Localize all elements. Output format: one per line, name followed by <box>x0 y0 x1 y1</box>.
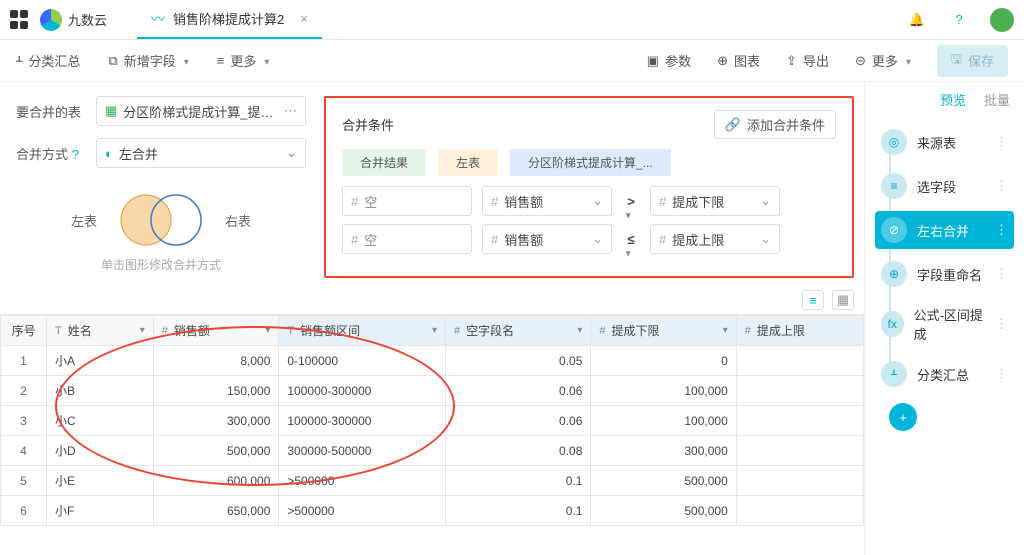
venn-left-icon: ◐ <box>105 146 113 161</box>
merge-method-label: 合并方式 ? <box>16 144 88 163</box>
merge-title: 合并条件 <box>342 115 394 134</box>
step-item[interactable]: fx公式-区间提成⋮ <box>875 299 1014 349</box>
sidebar-tab-batch[interactable]: 批量 <box>984 90 1010 109</box>
center-pane: 要合并的表 ▦ 分区阶梯式提成计算_提… ⋯ 合并方式 ? ◐ 左合并 ⌄ <box>0 82 864 555</box>
step-item[interactable]: ⊕字段重命名⋮ <box>875 255 1014 293</box>
cond1-result-field[interactable]: #空 <box>342 186 472 216</box>
more-dots-icon[interactable]: ⋯ <box>284 103 297 119</box>
analysis-icon: 〰 <box>151 9 165 29</box>
table-row[interactable]: 1 小A8,0000-100000 0.050 <box>1 346 864 376</box>
sidebar-tab-preview[interactable]: 预览 <box>940 90 966 109</box>
cond2-operator[interactable]: ≤▾ <box>622 232 640 247</box>
cond1-operator[interactable]: >▾ <box>622 194 640 209</box>
tool-addfield[interactable]: ⧉新增字段 <box>108 51 188 70</box>
cond2-result-field[interactable]: #空 <box>342 224 472 254</box>
add-step-button[interactable]: + <box>889 403 917 431</box>
tool-more[interactable]: ≡更多 <box>217 51 270 70</box>
main: 要合并的表 ▦ 分区阶梯式提成计算_提… ⋯ 合并方式 ? ◐ 左合并 ⌄ <box>0 82 1024 555</box>
table-row[interactable]: 5 小E600,000>500000 0.1500,000 <box>1 466 864 496</box>
venn-note: 单击图形修改合并方式 <box>101 256 221 273</box>
save-button[interactable]: 🖫保存 <box>937 45 1008 77</box>
cond1-left-field[interactable]: #销售额⌄ <box>482 186 612 216</box>
tab-title: 销售阶梯提成计算2 <box>173 9 284 28</box>
step-item[interactable]: ᚆ分类汇总⋮ <box>875 355 1014 393</box>
tool-more2[interactable]: ⊝更多 <box>855 51 911 70</box>
add-condition-button[interactable]: 🔗添加合并条件 <box>714 110 836 139</box>
view-grid-icon[interactable]: ▦ <box>832 290 854 310</box>
merge-tab-right[interactable]: 分区阶梯式提成计算_... <box>510 149 671 176</box>
col-upper[interactable]: #提成上限 <box>736 316 863 346</box>
venn-diagram[interactable]: 左表 右表 单击图形修改合并方式 <box>16 190 306 273</box>
view-list-icon[interactable]: ≡ <box>802 290 824 310</box>
step-item[interactable]: ≡选字段⋮ <box>875 167 1014 205</box>
tool-export[interactable]: ⇪导出 <box>786 51 829 70</box>
tab-active[interactable]: 〰 销售阶梯提成计算2 × <box>137 0 322 39</box>
bell-icon[interactable]: 🔔 <box>906 9 928 31</box>
toolbar: ᚆ分类汇总 ⧉新增字段 ≡更多 ▣参数 ⊕图表 ⇪导出 ⊝更多 🖫保存 <box>0 40 1024 82</box>
link-icon: 🔗 <box>725 117 741 133</box>
merge-table-label: 要合并的表 <box>16 102 88 121</box>
topbar-right: 🔔 ? <box>906 8 1014 32</box>
step-list: ◎来源表⋮ ≡选字段⋮ ⊘左右合并⋮ ⊕字段重命名⋮ fx公式-区间提成⋮ ᚆ分类汇总⋮ + <box>865 117 1024 437</box>
close-icon[interactable]: × <box>300 11 308 26</box>
col-range[interactable]: T销售额区间▾ <box>279 316 446 346</box>
app-grid-icon[interactable] <box>10 10 30 30</box>
brand-text: 九数云 <box>68 10 107 29</box>
table-row[interactable]: 4 小D500,000300000-500000 0.08300,000 <box>1 436 864 466</box>
tool-group[interactable]: ᚆ分类汇总 <box>16 51 80 70</box>
col-blank[interactable]: #空字段名▾ <box>446 316 591 346</box>
avatar[interactable] <box>990 8 1014 32</box>
merge-table-select[interactable]: ▦ 分区阶梯式提成计算_提… ⋯ <box>96 96 306 126</box>
step-item[interactable]: ⊘左右合并⋮ <box>875 211 1014 249</box>
col-idx: 序号 <box>1 316 47 346</box>
table-row[interactable]: 2 小B150,000100000-300000 0.06100,000 <box>1 376 864 406</box>
cond2-right-field[interactable]: #提成上限⌄ <box>650 224 780 254</box>
topbar: 九数云 〰 销售阶梯提成计算2 × 🔔 ? <box>0 0 1024 40</box>
table-row[interactable]: 6 小F650,000>500000 0.1500,000 <box>1 496 864 526</box>
chevron-down-icon: ⌄ <box>286 145 297 161</box>
merge-method-select[interactable]: ◐ 左合并 ⌄ <box>96 138 306 168</box>
result-table: 序号 T姓名▾ #销售额▾ T销售额区间▾ #空字段名▾ #提成下限▾ #提成上… <box>0 314 864 555</box>
merge-tab-result[interactable]: 合并结果 <box>342 149 426 176</box>
merge-tab-left[interactable]: 左表 <box>438 149 498 176</box>
col-sales[interactable]: #销售额▾ <box>153 316 279 346</box>
logo-icon <box>40 9 62 31</box>
help-icon[interactable]: ? <box>948 9 970 31</box>
cond1-right-field[interactable]: #提成下限⌄ <box>650 186 780 216</box>
config-row: 要合并的表 ▦ 分区阶梯式提成计算_提… ⋯ 合并方式 ? ◐ 左合并 ⌄ <box>0 82 864 278</box>
logo[interactable]: 九数云 <box>40 9 107 31</box>
cond2-left-field[interactable]: #销售额⌄ <box>482 224 612 254</box>
left-config: 要合并的表 ▦ 分区阶梯式提成计算_提… ⋯ 合并方式 ? ◐ 左合并 ⌄ <box>16 96 306 277</box>
venn-icon <box>111 190 211 250</box>
right-sidebar: 预览 批量 ◎来源表⋮ ≡选字段⋮ ⊘左右合并⋮ ⊕字段重命名⋮ fx公式-区间提成⋮ ᚆ… <box>864 82 1024 555</box>
step-item[interactable]: ◎来源表⋮ <box>875 123 1014 161</box>
table-view-controls: ≡ ▦ <box>0 284 864 314</box>
col-name[interactable]: T姓名▾ <box>47 316 154 346</box>
tool-params[interactable]: ▣参数 <box>647 51 691 70</box>
table-row[interactable]: 3 小C300,000100000-300000 0.06100,000 <box>1 406 864 436</box>
table-grid-icon: ▦ <box>105 103 117 119</box>
tool-chart[interactable]: ⊕图表 <box>717 51 760 70</box>
merge-condition-panel: 合并条件 🔗添加合并条件 合并结果 左表 分区阶梯式提成计算_... #空 #销… <box>324 96 854 278</box>
col-lower[interactable]: #提成下限▾ <box>591 316 736 346</box>
